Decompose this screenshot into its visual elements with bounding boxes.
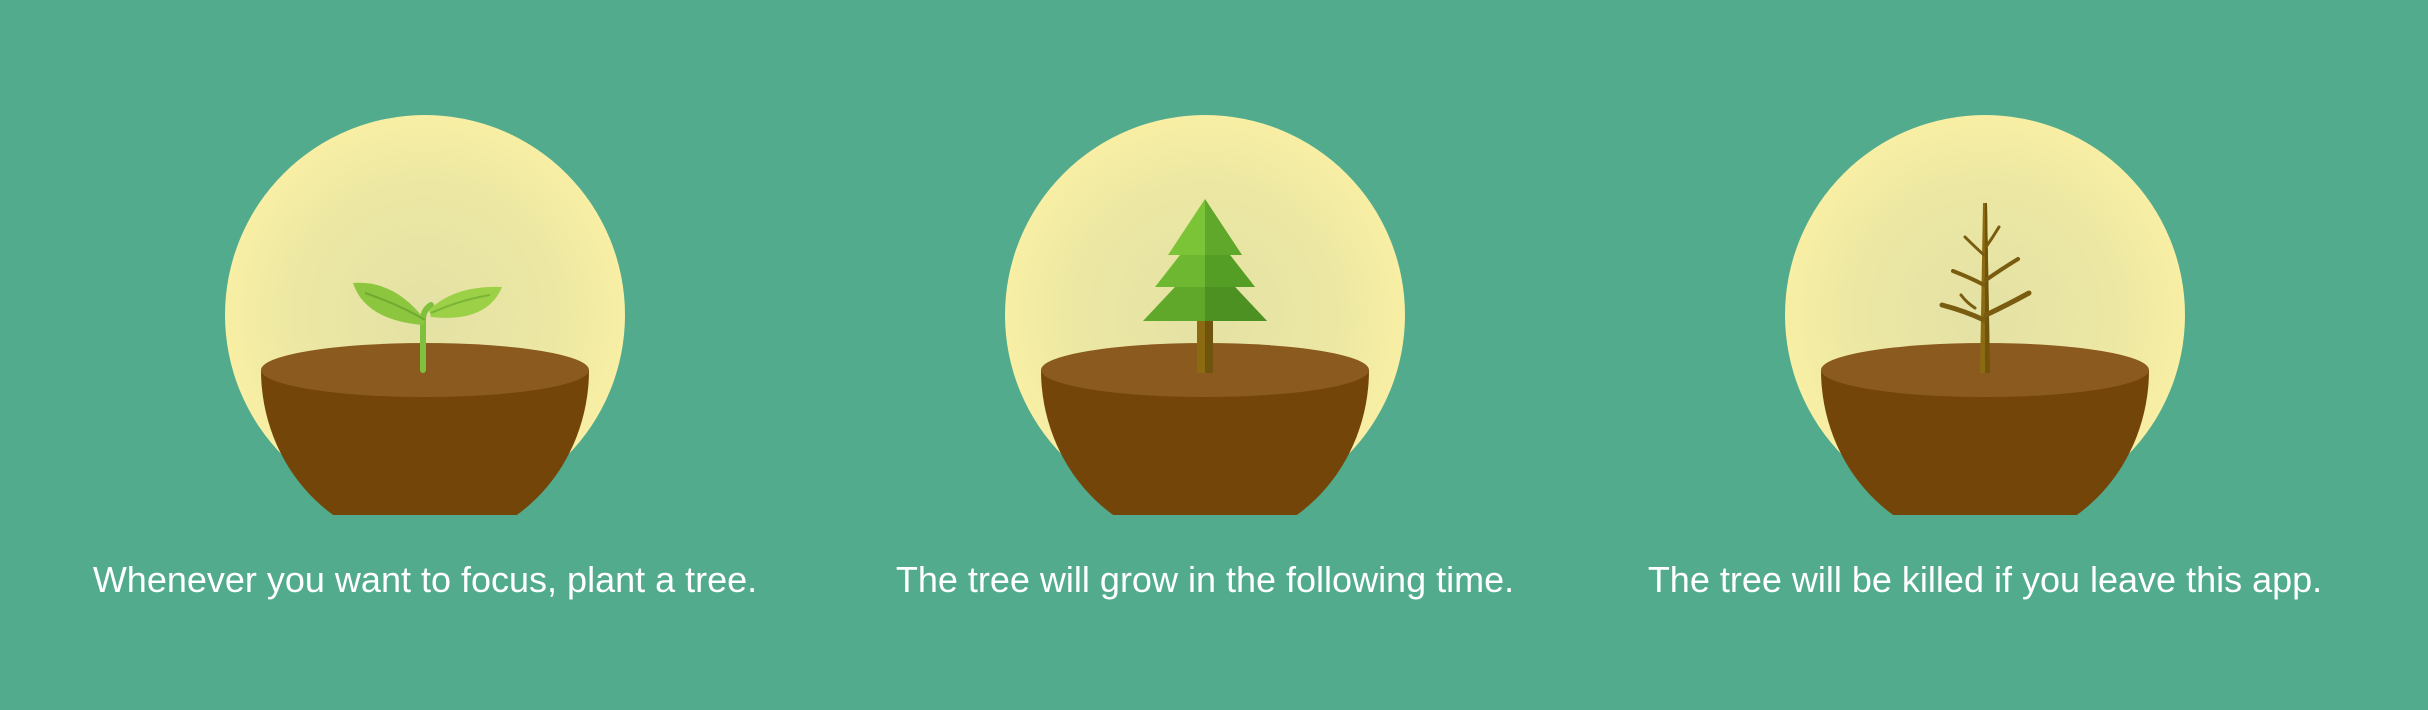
pine-tree-globe [1005,115,1405,515]
sapling-icon [225,115,625,515]
onboarding-step-grow: The tree will grow in the following time… [815,0,1595,710]
step-caption: The tree will be killed if you leave thi… [1647,559,2323,600]
step-caption: The tree will grow in the following time… [895,559,1515,600]
step-caption: Whenever you want to focus, plant a tree… [92,559,758,600]
onboarding-screen: Whenever you want to focus, plant a tree… [0,0,2428,710]
pine-tree-icon [1005,115,1405,515]
onboarding-step-killed: The tree will be killed if you leave thi… [1595,0,2375,710]
dead-tree-globe [1785,115,2185,515]
dead-tree-icon [1785,115,2185,515]
sapling-globe [225,115,625,515]
onboarding-step-plant: Whenever you want to focus, plant a tree… [35,0,815,710]
